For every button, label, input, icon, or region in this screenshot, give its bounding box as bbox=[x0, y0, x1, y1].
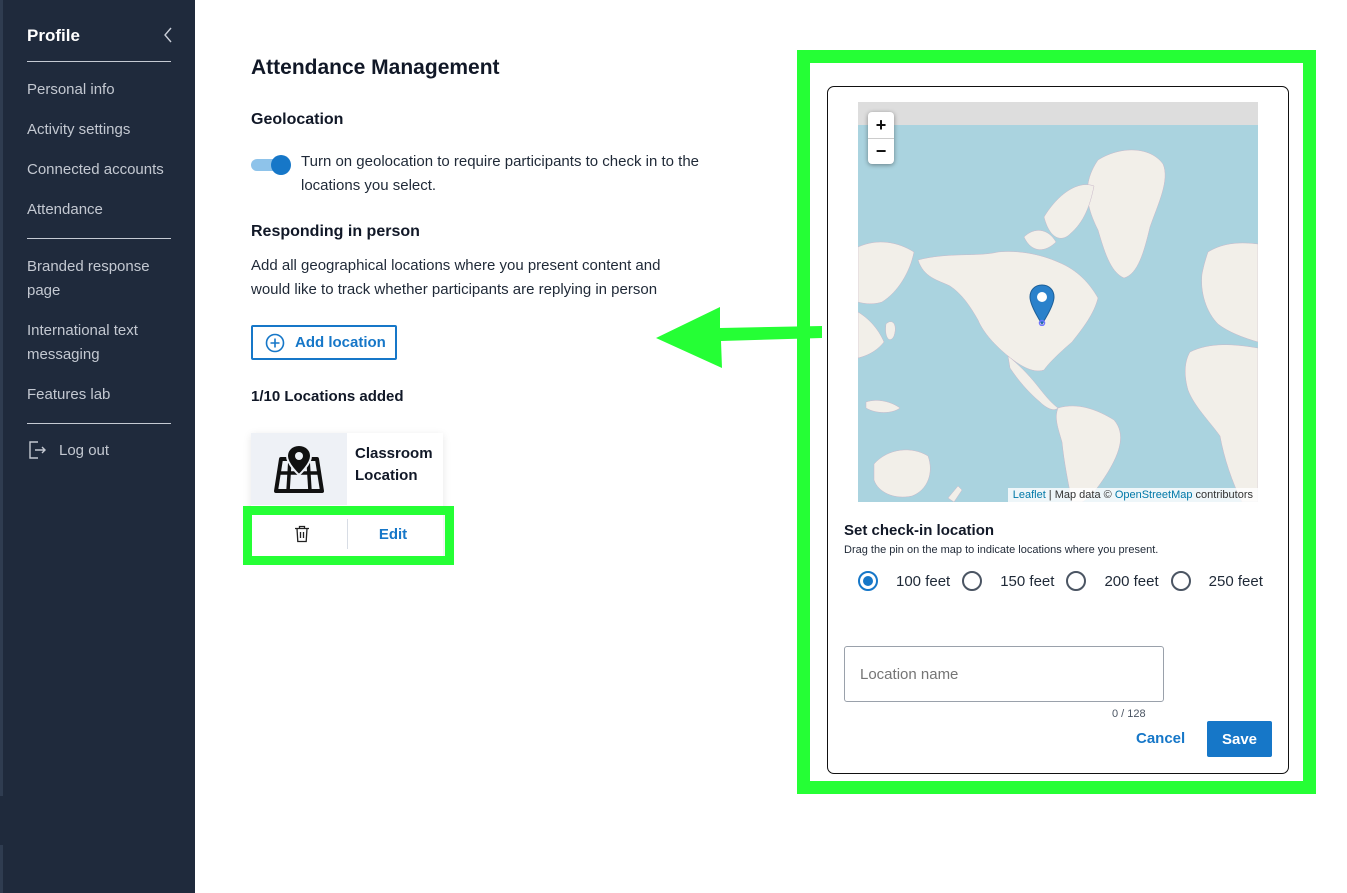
world-map-land bbox=[858, 149, 1258, 502]
character-counter: 0 / 128 bbox=[1112, 708, 1146, 720]
toggle-knob bbox=[271, 155, 291, 175]
sidebar-divider bbox=[27, 238, 171, 239]
leaflet-link[interactable]: Leaflet bbox=[1013, 489, 1046, 501]
location-name: Classroom Location bbox=[355, 445, 433, 484]
map[interactable]: + − Leaflet | Map data © OpenStreetMap c… bbox=[858, 102, 1258, 502]
map-pin-grid-icon bbox=[251, 433, 347, 505]
sidebar-item-branded-response-page[interactable]: Branded response page bbox=[27, 255, 177, 303]
in-person-heading: Responding in person bbox=[251, 223, 420, 240]
map-pin-icon[interactable] bbox=[1029, 284, 1055, 326]
checkin-section-subtitle: Drag the pin on the map to indicate loca… bbox=[844, 544, 1159, 556]
geolocation-heading: Geolocation bbox=[251, 111, 344, 128]
logout-icon bbox=[29, 441, 46, 459]
radius-label: 200 feet bbox=[1104, 572, 1159, 590]
locations-count: 1/10 Locations added bbox=[251, 388, 404, 405]
attribution-text: | Map data © bbox=[1045, 489, 1115, 501]
radio-selected[interactable] bbox=[858, 571, 878, 591]
in-person-description: Add all geographical locations where you… bbox=[251, 257, 661, 298]
attribution-tail: contributors bbox=[1192, 489, 1253, 501]
sidebar-item-attendance[interactable]: Attendance bbox=[27, 198, 177, 222]
radio-unselected[interactable] bbox=[1066, 571, 1087, 591]
sidebar-item-connected-accounts[interactable]: Connected accounts bbox=[27, 158, 177, 182]
sidebar: Profile Personal info Activity settings … bbox=[0, 0, 195, 893]
sidebar-item-personal-info[interactable]: Personal info bbox=[27, 78, 177, 102]
sidebar-item-international-text-messaging[interactable]: International text messaging bbox=[27, 319, 177, 367]
annotation-highlight-actions bbox=[243, 506, 454, 565]
radio-unselected[interactable] bbox=[1170, 571, 1191, 591]
sidebar-item-features-lab[interactable]: Features lab bbox=[27, 383, 177, 407]
add-location-button[interactable]: Add location bbox=[251, 325, 397, 360]
logout-button[interactable]: Log out bbox=[27, 440, 109, 460]
geolocation-description: Turn on geolocation to require participa… bbox=[301, 153, 700, 194]
logout-label: Log out bbox=[59, 441, 110, 459]
sidebar-edge bbox=[0, 0, 3, 796]
radius-option-200[interactable]: 200 feet bbox=[1066, 571, 1159, 591]
save-button[interactable]: Save bbox=[1207, 721, 1272, 757]
geolocation-toggle[interactable] bbox=[251, 155, 291, 175]
radius-option-100[interactable]: 100 feet bbox=[858, 571, 950, 591]
radius-radio-group: 100 feet 150 feet 200 feet 250 feet bbox=[858, 571, 1275, 591]
chevron-left-icon[interactable] bbox=[163, 27, 173, 48]
sidebar-header: Profile bbox=[27, 26, 173, 62]
location-name-input[interactable] bbox=[844, 646, 1164, 702]
sidebar-item-activity-settings[interactable]: Activity settings bbox=[27, 118, 177, 142]
add-location-label: Add location bbox=[295, 334, 386, 351]
openstreetmap-link[interactable]: OpenStreetMap bbox=[1115, 489, 1193, 501]
zoom-out-button[interactable]: − bbox=[868, 138, 894, 164]
radio-unselected[interactable] bbox=[962, 571, 983, 591]
radius-label: 100 feet bbox=[896, 572, 951, 590]
radius-label: 250 feet bbox=[1208, 572, 1263, 590]
sidebar-edge bbox=[0, 845, 3, 893]
map-attribution: Leaflet | Map data © OpenStreetMap contr… bbox=[1007, 488, 1258, 502]
sidebar-title: Profile bbox=[27, 26, 80, 45]
radius-option-250[interactable]: 250 feet bbox=[1170, 571, 1263, 591]
zoom-in-button[interactable]: + bbox=[868, 112, 894, 138]
page-title: Attendance Management bbox=[251, 56, 500, 79]
radius-label: 150 feet bbox=[1000, 572, 1055, 590]
cancel-button[interactable]: Cancel bbox=[1136, 730, 1185, 747]
add-location-panel: + − Leaflet | Map data © OpenStreetMap c… bbox=[827, 86, 1289, 774]
sidebar-divider bbox=[27, 423, 171, 424]
plus-circle-icon bbox=[265, 333, 285, 352]
map-zoom-control: + − bbox=[868, 112, 894, 164]
checkin-section-title: Set check-in location bbox=[844, 522, 995, 539]
radius-option-150[interactable]: 150 feet bbox=[962, 571, 1054, 591]
